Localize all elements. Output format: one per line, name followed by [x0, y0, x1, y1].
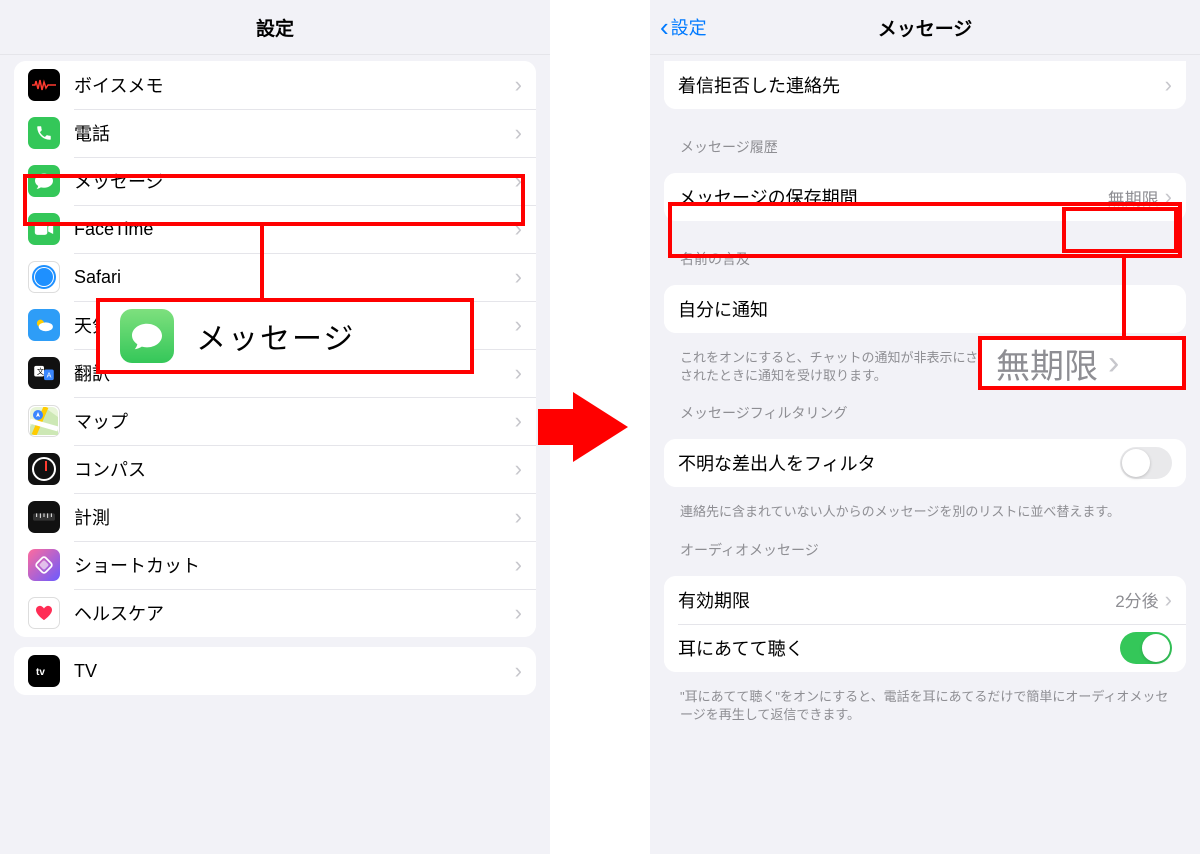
- voicememos-icon: [28, 69, 60, 101]
- row-label: ヘルスケア: [74, 600, 515, 626]
- messages-icon: [28, 165, 60, 197]
- maps-icon: [28, 405, 60, 437]
- row-label: 自分に通知: [678, 296, 1172, 322]
- weather-icon: [28, 309, 60, 341]
- back-label: 設定: [671, 14, 707, 40]
- filter-note: 連絡先に含まれていない人からのメッセージを別のリストに並べ替えます。: [650, 497, 1200, 521]
- connector-line: [260, 226, 264, 298]
- row-filter-unknown[interactable]: 不明な差出人をフィルタ: [664, 439, 1186, 487]
- section-history: メッセージ履歴: [650, 119, 1200, 163]
- translate-icon: 文A: [28, 357, 60, 389]
- section-mention: 名前の言及: [650, 231, 1200, 275]
- row-health[interactable]: ヘルスケア ›: [14, 589, 536, 637]
- row-label: コンパス: [74, 456, 515, 482]
- chevron-right-icon: ›: [515, 600, 522, 626]
- chevron-right-icon: ›: [515, 504, 522, 530]
- settings-screen: 設定 ボイスメモ › 電話 ›: [0, 0, 550, 854]
- chevron-right-icon: ›: [1165, 587, 1172, 613]
- row-label: 電話: [74, 120, 515, 146]
- callout-value-text: 無期限: [996, 339, 1098, 388]
- row-compass[interactable]: コンパス ›: [14, 445, 536, 493]
- row-label: ボイスメモ: [74, 72, 515, 98]
- compass-icon: [28, 453, 60, 485]
- row-tv[interactable]: tv TV ›: [14, 647, 536, 695]
- row-label: 計測: [74, 504, 515, 530]
- health-icon: [28, 597, 60, 629]
- row-value: 2分後: [1115, 587, 1158, 612]
- arrow-icon: [573, 392, 628, 462]
- svg-text:文: 文: [37, 367, 44, 376]
- row-label: メッセージの保存期間: [678, 184, 1108, 210]
- chevron-right-icon: ›: [515, 120, 522, 146]
- chevron-right-icon: ›: [1108, 344, 1119, 383]
- row-measure[interactable]: 計測 ›: [14, 493, 536, 541]
- row-messages[interactable]: メッセージ ›: [14, 157, 536, 205]
- callout-text: メッセージ: [196, 314, 355, 358]
- row-raise-to-listen[interactable]: 耳にあてて聴く: [664, 624, 1186, 672]
- row-label: Safari: [74, 267, 515, 288]
- row-expire[interactable]: 有効期限 2分後 ›: [664, 576, 1186, 624]
- filter-toggle[interactable]: [1120, 447, 1172, 479]
- row-label: TV: [74, 661, 515, 682]
- row-keep-messages[interactable]: メッセージの保存期間 無期限 ›: [664, 173, 1186, 221]
- messages-icon: [120, 309, 174, 363]
- settings-header: 設定: [0, 0, 550, 55]
- back-button[interactable]: ‹ 設定: [660, 14, 707, 40]
- facetime-icon: [28, 213, 60, 245]
- chevron-right-icon: ›: [515, 72, 522, 98]
- messages-title: メッセージ: [878, 14, 973, 41]
- measure-icon: [28, 501, 60, 533]
- row-notify-me[interactable]: 自分に通知: [664, 285, 1186, 333]
- chevron-right-icon: ›: [515, 264, 522, 290]
- svg-text:A: A: [47, 371, 52, 379]
- safari-icon: [28, 261, 60, 293]
- chevron-right-icon: ›: [1165, 184, 1172, 210]
- row-shortcuts[interactable]: ショートカット ›: [14, 541, 536, 589]
- callout-messages: メッセージ: [96, 298, 474, 374]
- chevron-right-icon: ›: [515, 312, 522, 338]
- row-label: 着信拒否した連絡先: [678, 72, 1165, 98]
- messages-header: ‹ 設定 メッセージ: [650, 0, 1200, 55]
- chevron-right-icon: ›: [515, 360, 522, 386]
- row-label: 有効期限: [678, 587, 1115, 613]
- row-phone[interactable]: 電話 ›: [14, 109, 536, 157]
- callout-value: 無期限 ›: [978, 336, 1186, 390]
- chevron-right-icon: ›: [515, 552, 522, 578]
- chevron-right-icon: ›: [1165, 72, 1172, 98]
- chevron-right-icon: ›: [515, 456, 522, 482]
- section-filter: メッセージフィルタリング: [650, 385, 1200, 429]
- chevron-right-icon: ›: [515, 216, 522, 242]
- raise-toggle[interactable]: [1120, 632, 1172, 664]
- row-blocked-contacts[interactable]: 着信拒否した連絡先 ›: [664, 61, 1186, 109]
- messages-settings-screen: ‹ 設定 メッセージ 着信拒否した連絡先 › メッセージ履歴 メッセージの保存期…: [650, 0, 1200, 854]
- arrow-right: [550, 0, 650, 854]
- row-label: メッセージ: [74, 168, 515, 194]
- row-value: 無期限: [1108, 185, 1159, 210]
- row-label: 不明な差出人をフィルタ: [678, 450, 1120, 476]
- row-label: FaceTime: [74, 219, 515, 240]
- connector-line-2: [1122, 256, 1126, 336]
- settings-title: 設定: [256, 14, 294, 41]
- chevron-right-icon: ›: [515, 408, 522, 434]
- row-facetime[interactable]: FaceTime ›: [14, 205, 536, 253]
- row-voicememos[interactable]: ボイスメモ ›: [14, 61, 536, 109]
- shortcuts-icon: [28, 549, 60, 581]
- row-label: 耳にあてて聴く: [678, 635, 1120, 661]
- row-label: マップ: [74, 408, 515, 434]
- svg-text:tv: tv: [36, 667, 45, 678]
- tv-icon: tv: [28, 655, 60, 687]
- chevron-right-icon: ›: [515, 658, 522, 684]
- chevron-right-icon: ›: [515, 168, 522, 194]
- raise-note: "耳にあてて聴く"をオンにすると、電話を耳にあてるだけで簡単にオーディオメッセー…: [650, 682, 1200, 724]
- row-safari[interactable]: Safari ›: [14, 253, 536, 301]
- row-maps[interactable]: マップ ›: [14, 397, 536, 445]
- row-label: ショートカット: [74, 552, 515, 578]
- phone-icon: [28, 117, 60, 149]
- chevron-left-icon: ‹: [660, 14, 669, 40]
- section-audio: オーディオメッセージ: [650, 522, 1200, 566]
